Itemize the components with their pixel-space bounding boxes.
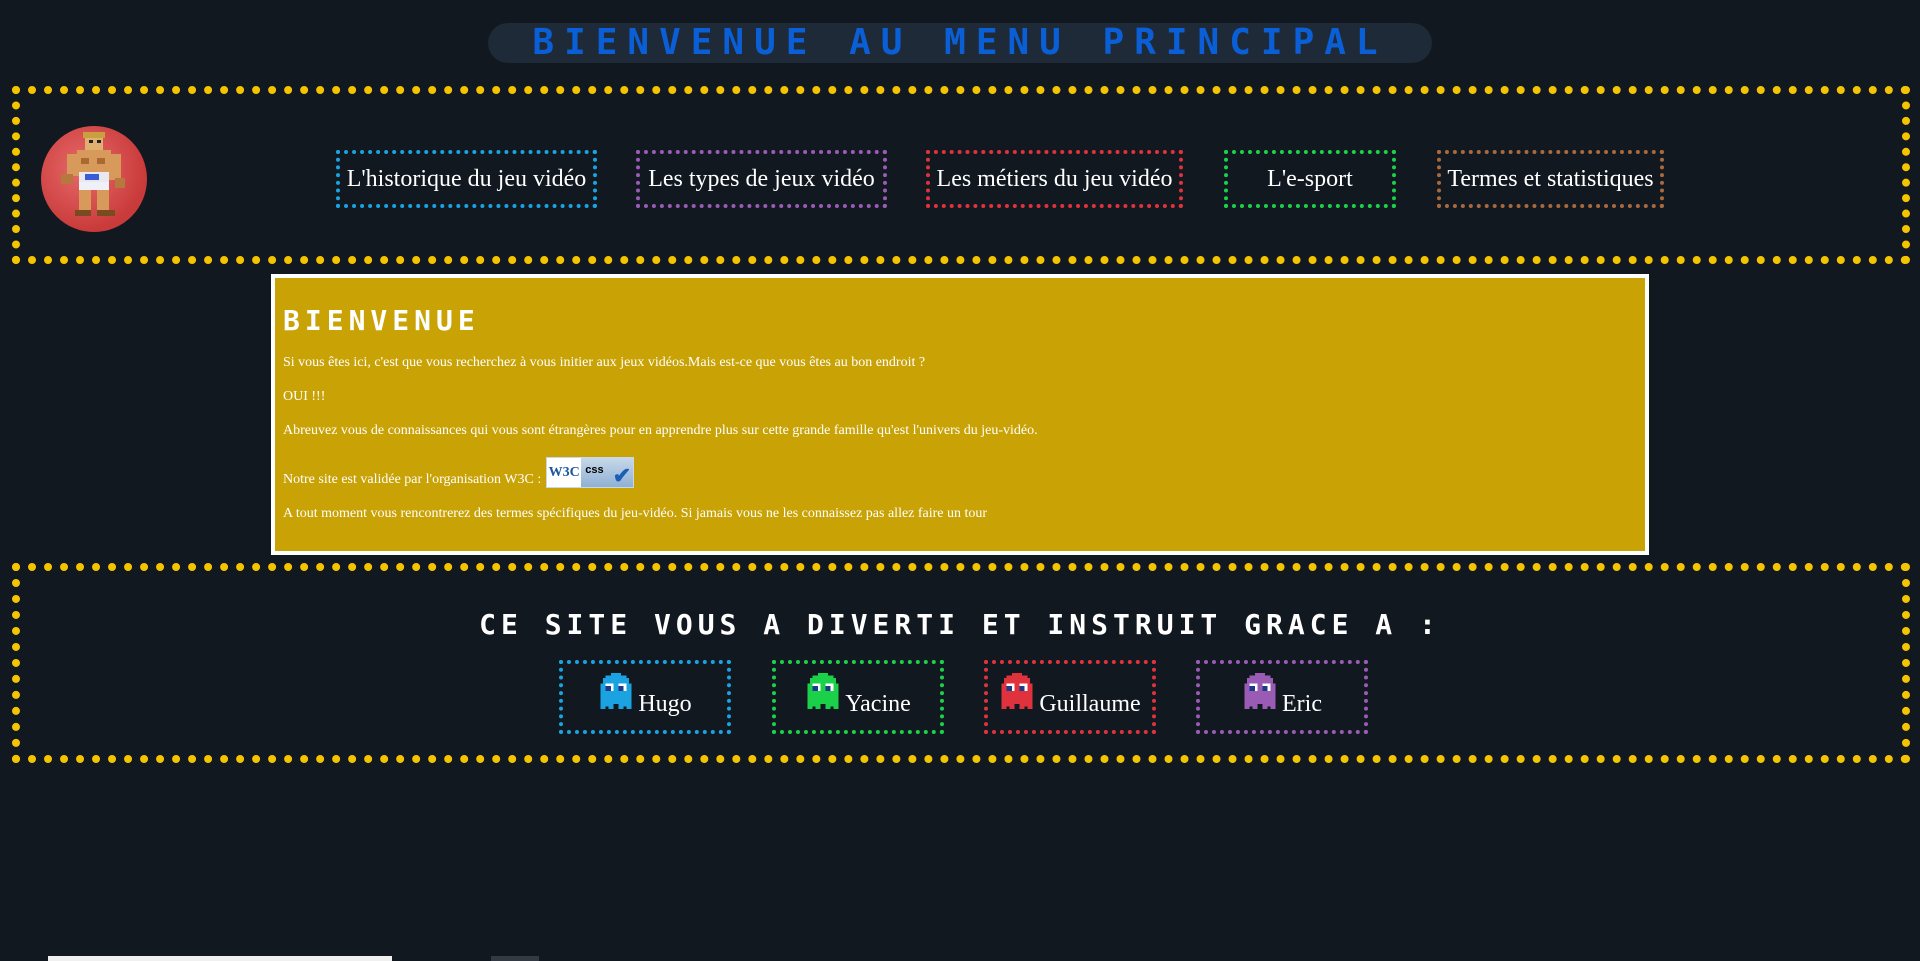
main-nav: L'historique du jeu vidéo Les types de j… xyxy=(0,150,1920,208)
nav-item-termes[interactable]: Termes et statistiques xyxy=(1437,150,1664,208)
author-yacine[interactable]: Yacine xyxy=(772,660,944,734)
credits-title: CE SITE VOUS A DIVERTI ET INSTRUIT GRACE… xyxy=(479,608,1441,641)
ghost-icon xyxy=(1244,673,1276,709)
checkmark-icon: ✔ xyxy=(612,463,632,488)
nav-item-types[interactable]: Les types de jeux vidéo xyxy=(636,150,887,208)
welcome-title: BIENVENUE xyxy=(283,304,480,337)
ghost-icon xyxy=(807,673,839,709)
author-name: Hugo xyxy=(638,690,692,717)
nav-item-historique[interactable]: L'historique du jeu vidéo xyxy=(336,150,597,208)
w3c-css-badge[interactable]: W3C css ✔ xyxy=(546,457,635,488)
nav-item-label: Les types de jeux vidéo xyxy=(648,165,875,192)
welcome-paragraph-3: Abreuvez vous de connaissances qui vous … xyxy=(283,423,1038,438)
nav-item-label: L'e-sport xyxy=(1267,165,1353,192)
horizontal-scrollbar-thumb[interactable] xyxy=(48,956,392,961)
author-name: Yacine xyxy=(845,690,911,717)
w3c-validation-text: Notre site est validée par l'organisatio… xyxy=(283,472,542,487)
nav-item-label: L'historique du jeu vidéo xyxy=(346,165,587,192)
author-name: Eric xyxy=(1282,690,1322,717)
scrollbar-marker xyxy=(491,956,539,961)
ghost-icon xyxy=(600,673,632,709)
welcome-section: BIENVENUE Si vous êtes ici, c'est que vo… xyxy=(271,274,1649,555)
ghost-icon xyxy=(1001,673,1033,709)
author-hugo[interactable]: Hugo xyxy=(559,660,731,734)
nav-item-label: Les métiers du jeu vidéo xyxy=(936,165,1173,192)
nav-item-label: Termes et statistiques xyxy=(1447,165,1654,192)
footer-dotted-frame xyxy=(12,563,1910,763)
page: BIENVENUE AU MENU PRINCIPAL L'historique… xyxy=(0,0,1920,961)
author-name: Guillaume xyxy=(1039,690,1141,717)
page-title-banner: BIENVENUE AU MENU PRINCIPAL xyxy=(488,23,1432,63)
w3c-validation-row: Notre site est validée par l'organisatio… xyxy=(283,457,1637,488)
w3c-logo: W3C xyxy=(547,458,582,487)
author-guillaume[interactable]: Guillaume xyxy=(984,660,1156,734)
welcome-paragraph-5: A tout moment vous rencontrerez des term… xyxy=(283,506,988,521)
welcome-paragraph-1: Si vous êtes ici, c'est que vous recherc… xyxy=(283,355,926,370)
page-title: BIENVENUE AU MENU PRINCIPAL xyxy=(532,22,1388,63)
welcome-paragraph-2: OUI !!! xyxy=(283,389,326,404)
nav-item-esport[interactable]: L'e-sport xyxy=(1224,150,1396,208)
author-eric[interactable]: Eric xyxy=(1196,660,1368,734)
nav-item-metiers[interactable]: Les métiers du jeu vidéo xyxy=(926,150,1183,208)
